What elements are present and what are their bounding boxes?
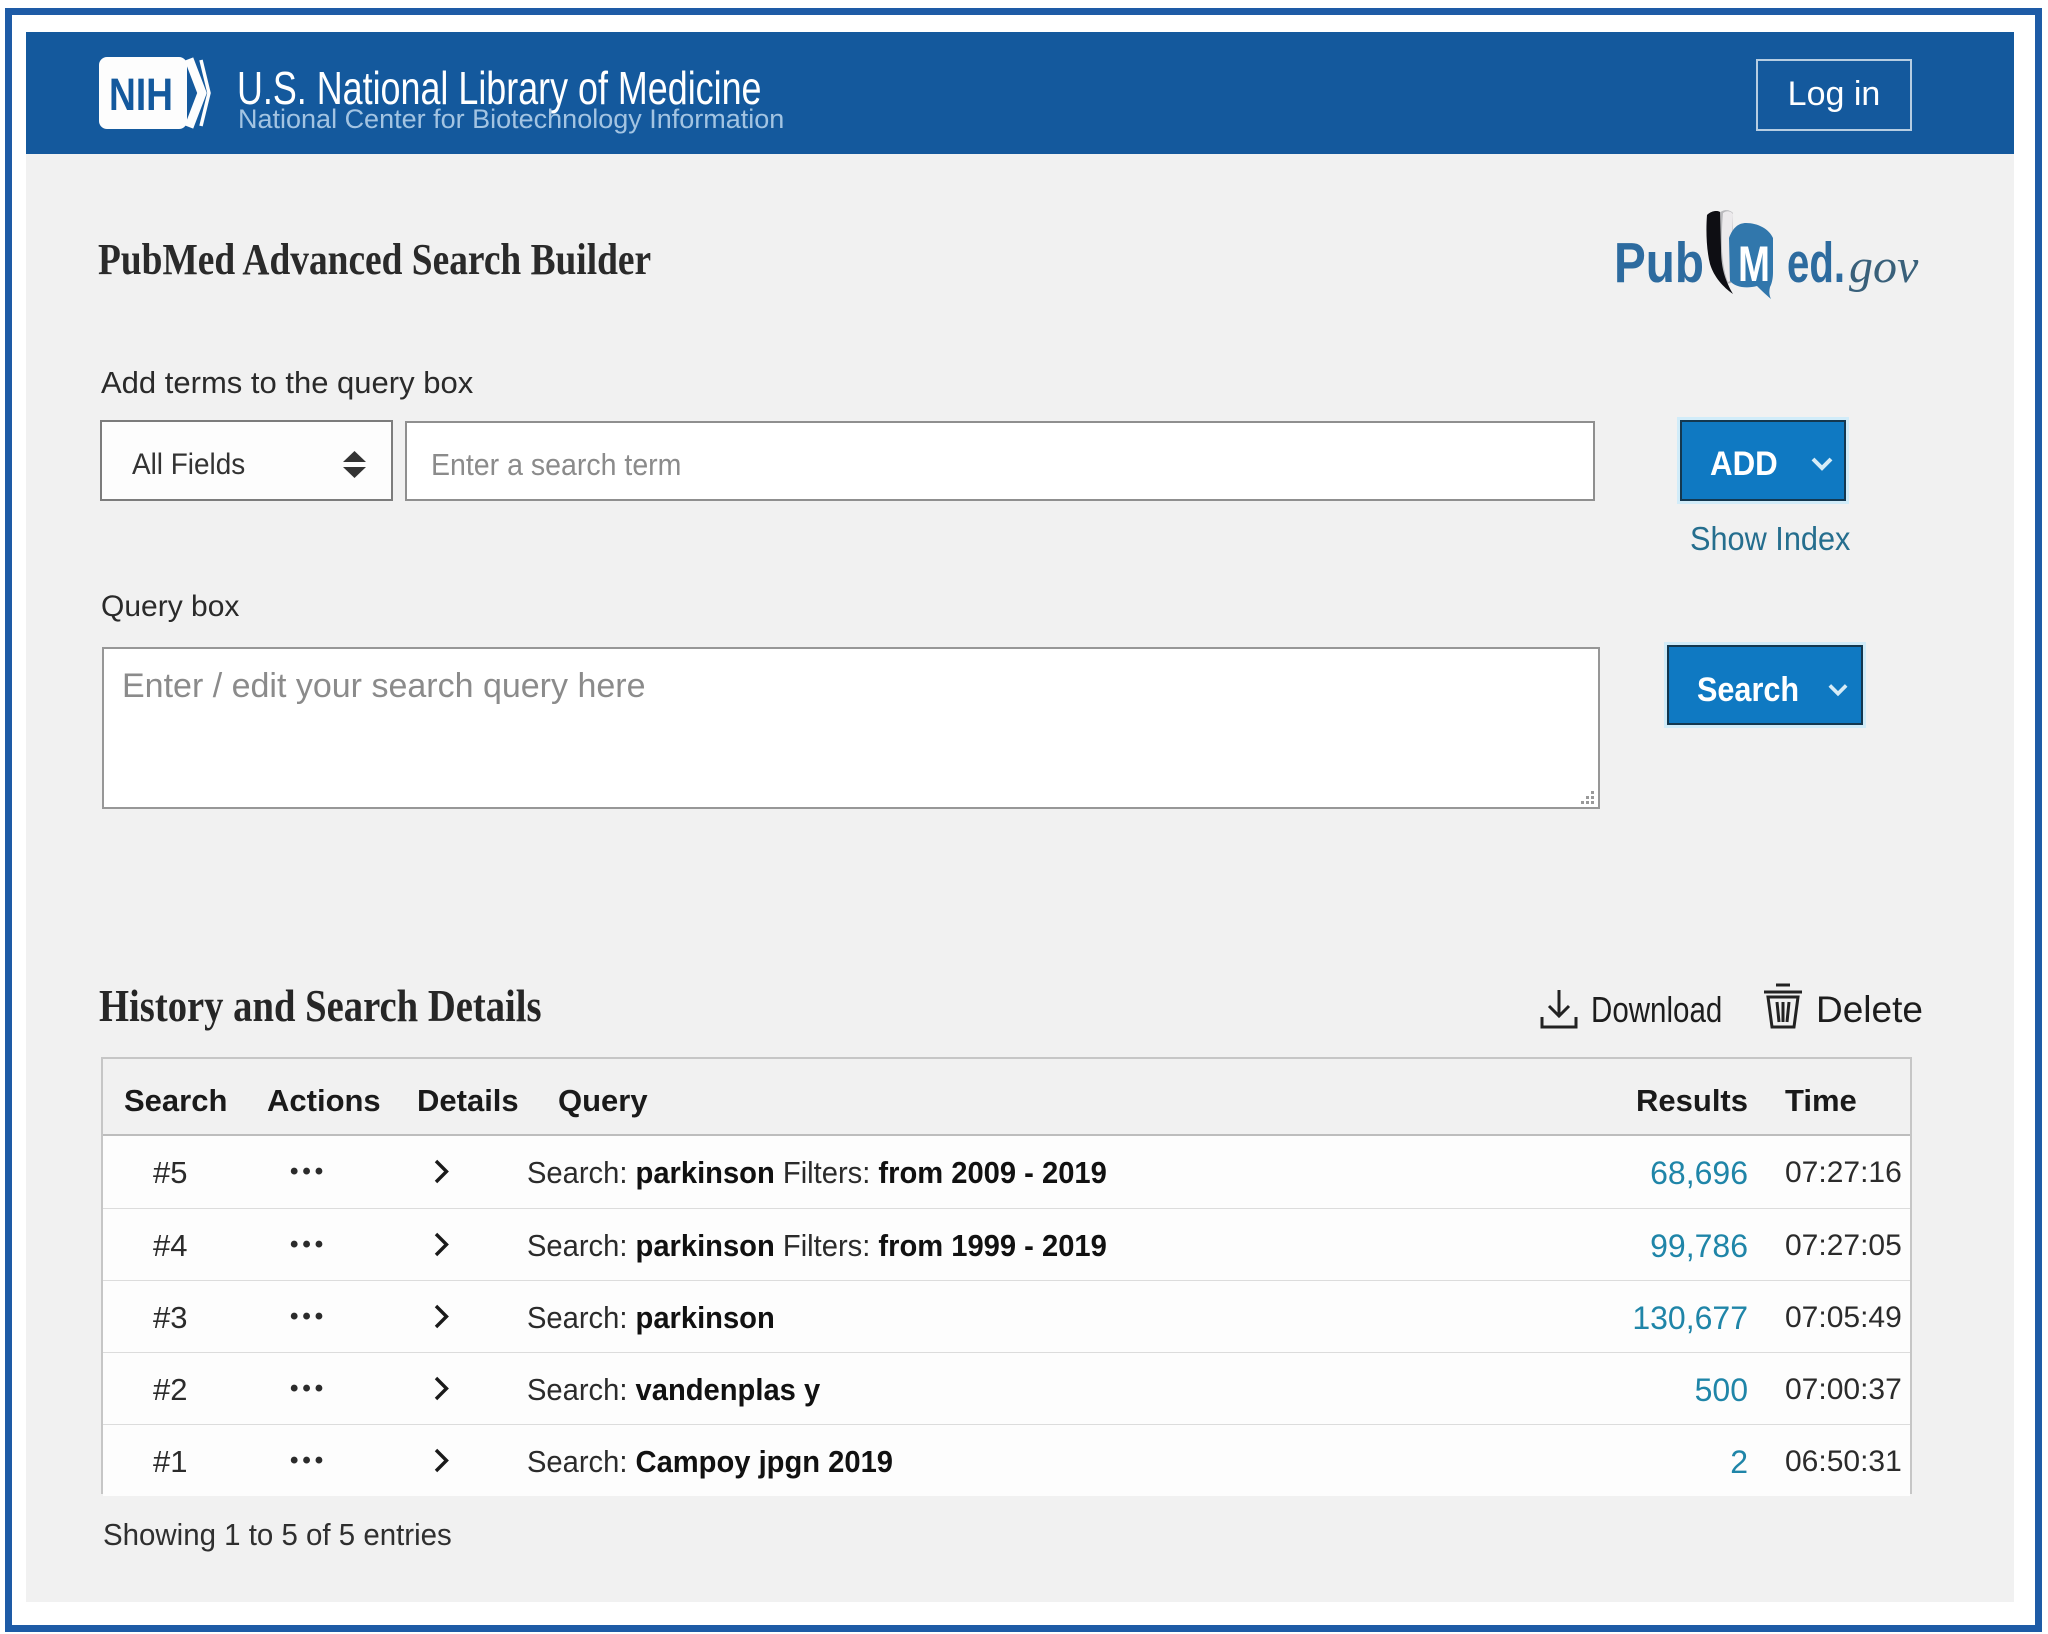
svg-text:ed.: ed. — [1787, 231, 1845, 295]
svg-text:M: M — [1738, 236, 1770, 292]
svg-text:Pub: Pub — [1614, 231, 1704, 295]
svg-text:NIH: NIH — [109, 69, 173, 120]
svg-text:gov: gov — [1849, 240, 1919, 293]
